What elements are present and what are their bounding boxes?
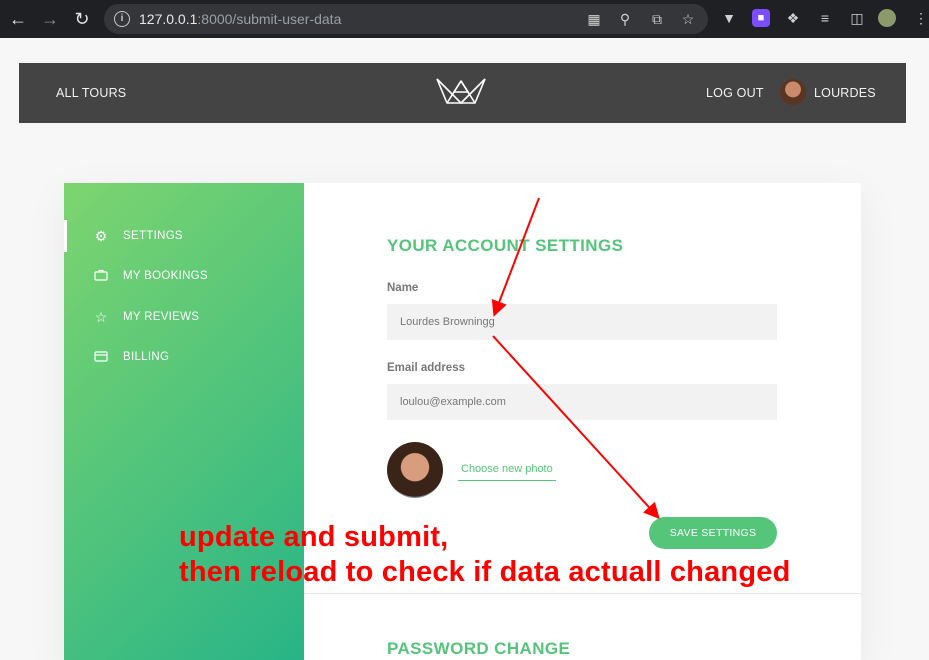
back-icon[interactable]: ← xyxy=(7,8,29,30)
site-header: ALL TOURS LOG OUT LOURDES xyxy=(19,63,906,123)
side-panel-icon[interactable]: ◫ xyxy=(848,9,866,27)
sidebar-item-bookings[interactable]: MY BOOKINGS xyxy=(93,266,208,286)
sidebar-item-label: MY REVIEWS xyxy=(123,311,200,323)
logout-link[interactable]: LOG OUT xyxy=(706,86,764,100)
active-indicator xyxy=(64,220,67,252)
annotation-line-2: then reload to check if data actuall cha… xyxy=(179,556,791,588)
share-icon[interactable]: ⧉ xyxy=(648,10,666,28)
bookmark-star-icon[interactable]: ☆ xyxy=(679,10,697,28)
url-path: :8000/submit-user-data xyxy=(197,11,342,27)
profile-avatar-icon[interactable] xyxy=(878,9,896,27)
password-change-title: PASSWORD CHANGE xyxy=(387,639,571,658)
name-label: Name xyxy=(387,282,419,294)
annotation-line-1: update and submit, xyxy=(179,521,449,553)
sidebar-item-label: SETTINGS xyxy=(123,230,183,242)
extensions-puzzle-icon[interactable]: ❖ xyxy=(784,9,802,27)
reload-icon[interactable]: ↻ xyxy=(71,8,93,30)
url-host: 127.0.0.1 xyxy=(139,11,198,27)
star-icon: ☆ xyxy=(94,309,108,325)
media-playlist-icon[interactable]: ≡ xyxy=(816,9,834,27)
credit-card-icon xyxy=(93,349,109,365)
url-text[interactable]: 127.0.0.1:8000/submit-user-data xyxy=(139,11,341,27)
address-bar[interactable]: i 127.0.0.1:8000/submit-user-data ▦ ⚲ ⧉ … xyxy=(104,4,708,34)
email-input[interactable] xyxy=(387,384,777,420)
save-settings-button[interactable]: SAVE SETTINGS xyxy=(649,517,777,549)
extension-purple-icon[interactable]: ■ xyxy=(752,9,770,27)
header-avatar[interactable] xyxy=(780,79,806,105)
forward-icon[interactable]: → xyxy=(39,8,61,30)
briefcase-icon xyxy=(93,268,109,284)
gear-icon: ⚙ xyxy=(94,228,108,244)
sidebar-item-label: MY BOOKINGS xyxy=(123,270,208,282)
menu-kebab-icon[interactable]: ⋮ xyxy=(912,9,929,27)
user-photo xyxy=(387,442,443,498)
translate-icon[interactable]: ▦ xyxy=(585,10,603,28)
vue-devtools-icon[interactable]: ▼ xyxy=(720,9,738,27)
choose-photo-link[interactable]: Choose new photo xyxy=(458,463,556,481)
name-input[interactable] xyxy=(387,304,777,340)
natours-logo-icon[interactable] xyxy=(435,76,487,106)
account-settings-title: YOUR ACCOUNT SETTINGS xyxy=(387,236,624,255)
site-info-icon[interactable]: i xyxy=(114,11,130,27)
sidebar-item-billing[interactable]: BILLING xyxy=(93,347,169,367)
header-user-name[interactable]: LOURDES xyxy=(814,86,876,100)
all-tours-link[interactable]: ALL TOURS xyxy=(56,86,126,100)
sidebar-item-settings[interactable]: ⚙ SETTINGS xyxy=(93,226,183,246)
zoom-icon[interactable]: ⚲ xyxy=(616,10,634,28)
section-divider xyxy=(304,593,861,594)
email-label: Email address xyxy=(387,362,465,374)
browser-toolbar: ← → ↻ i 127.0.0.1:8000/submit-user-data … xyxy=(0,0,929,38)
sidebar-item-label: BILLING xyxy=(123,351,170,363)
sidebar-item-reviews[interactable]: ☆ MY REVIEWS xyxy=(93,307,199,327)
